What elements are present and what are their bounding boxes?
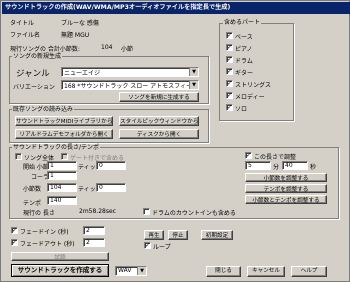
fade-out-label: フェードアウト (秒) [20, 241, 75, 248]
set-length-label: この長さで調整 [254, 154, 297, 161]
open-from-disk-button[interactable]: ディスクから開く [119, 129, 199, 139]
tick2-field[interactable]: 0 [96, 183, 126, 192]
tick-field[interactable]: 0 [96, 161, 126, 170]
bar-count-label: 小節数 [23, 186, 42, 193]
total-bars-value: 104 [101, 44, 113, 51]
part-label: ソロ [235, 106, 248, 113]
create-song-button[interactable]: ソングを新規に生成する [119, 92, 199, 102]
part-label: ドラム [235, 58, 253, 65]
part-checkbox[interactable]: ✓ [226, 68, 233, 75]
load-existing-label: 既存ソングの読み込み [12, 106, 75, 113]
set-length-checkbox[interactable]: ✓ [245, 152, 252, 159]
start-bar-field[interactable]: 1 [47, 161, 77, 170]
minutes-field[interactable]: 5 [245, 161, 271, 170]
drum-count-in-checkbox[interactable] [143, 208, 150, 215]
format-value: WAV [118, 267, 132, 274]
genre-value: ニューエイジ [64, 70, 101, 77]
trial-button[interactable]: 試聴 [11, 252, 109, 261]
new-generation-label: ソングの新規生成 [12, 53, 63, 60]
reset-button[interactable]: 初期設定 [201, 230, 233, 240]
part-label: ギター [235, 70, 254, 77]
adjust-bars-button[interactable]: 小節数を調整する [245, 173, 327, 182]
gated-checkbox[interactable] [61, 153, 68, 160]
title-bar: サウンドトラックの作成(WAV/WMA/MP3オーディオファイルを指定長で生成) [2, 2, 350, 14]
part-checkbox[interactable]: ✓ [226, 32, 233, 39]
open-style-picker-button[interactable]: スタイルピックウィンドウから開く [119, 116, 199, 126]
part-label: メロディー [235, 94, 265, 101]
soundtrack-dialog: サウンドトラックの作成(WAV/WMA/MP3オーディオファイルを指定長で生成)… [0, 0, 350, 282]
genre-select[interactable]: ニューエイジ ▼ [61, 67, 199, 77]
part-label: ピアノ [235, 46, 253, 53]
title-value: ブルーな 感傷 [61, 20, 99, 27]
help-button[interactable]: ヘルプ [291, 266, 327, 277]
start-bar-label: 開始 小節 [23, 164, 49, 171]
part-checkbox[interactable]: ✓ [226, 104, 233, 111]
drum-count-in-label: ドラムのカウントインも含める [152, 210, 236, 217]
adjust-tempo-button[interactable]: テンポを調整する [245, 184, 327, 193]
loop-checkbox[interactable]: ✓ [144, 242, 151, 249]
part-checkbox[interactable]: ✓ [226, 44, 233, 51]
filename-label: ファイル名 [10, 32, 41, 39]
genre-label: ジャンル [16, 69, 50, 79]
current-length-label: 現行の 長さ [23, 210, 55, 217]
variation-label: バリエーション [13, 84, 55, 91]
fade-in-checkbox[interactable]: ✓ [11, 227, 18, 234]
bar-count-field[interactable]: 104 [47, 183, 77, 192]
whole-song-checkbox[interactable] [15, 153, 22, 160]
chevron-down-icon[interactable]: ▼ [189, 68, 198, 76]
variation-select[interactable]: 168 *サウンドトラック スロー アトモスフィール ▼ [61, 80, 199, 90]
fade-out-checkbox[interactable]: ✓ [11, 239, 18, 246]
fade-in-label: フェードイン (秒) [20, 229, 69, 236]
variation-value: 168 *サウンドトラック スロー アトモスフィール [64, 83, 199, 90]
fade-in-field[interactable]: 2 [83, 226, 105, 235]
seconds-unit: 秒 [310, 164, 317, 171]
title-label: タイトル [10, 20, 35, 27]
part-checkbox[interactable]: ✓ [226, 80, 233, 87]
fade-out-field[interactable]: 2 [83, 238, 105, 247]
chorus-field[interactable]: 1 [47, 171, 77, 180]
open-realdrum-demo-button[interactable]: リアルドラムデモフォルダから開く [15, 129, 113, 139]
part-checkbox[interactable]: ✓ [226, 92, 233, 99]
play-button[interactable]: 再生 [144, 230, 164, 240]
minutes-unit: 分 [273, 164, 280, 171]
total-bars-unit: 小節 [121, 46, 134, 53]
tempo-field[interactable]: 140 [47, 196, 77, 205]
part-label: ベース [235, 34, 253, 41]
open-midi-library-button[interactable]: サウンドトラックMIDIライブラリから開く [15, 116, 113, 126]
close-button[interactable]: 閉じる [206, 266, 241, 277]
stop-button[interactable]: 停止 [168, 230, 188, 240]
tempo-label: テンポ [23, 200, 42, 207]
adjust-bars-and-tempo-button[interactable]: 小節数とテンポを調整する [245, 195, 327, 204]
parts-label: 含めるパート [223, 19, 262, 26]
chevron-down-icon[interactable]: ▼ [189, 81, 198, 89]
format-select[interactable]: WAV ▼ [115, 266, 147, 276]
filename-value: 無題 MGU [61, 32, 90, 39]
seconds-field[interactable]: 40 [282, 161, 308, 170]
make-soundtrack-button[interactable]: サウンドトラックを作成する [11, 264, 109, 277]
cancel-button[interactable]: キャンセル [247, 266, 285, 277]
part-label: ストリングス [235, 82, 272, 89]
part-checkbox[interactable]: ✓ [226, 56, 233, 63]
total-bars-label: 現行ソングの 合計小節数: [10, 46, 80, 53]
length-tempo-label: サウンドトラックの長さ/テンポ [12, 144, 101, 151]
current-length-value: 2m58.28sec [79, 208, 116, 215]
loop-label: ループ [153, 244, 171, 251]
chevron-down-icon[interactable]: ▼ [137, 267, 146, 275]
